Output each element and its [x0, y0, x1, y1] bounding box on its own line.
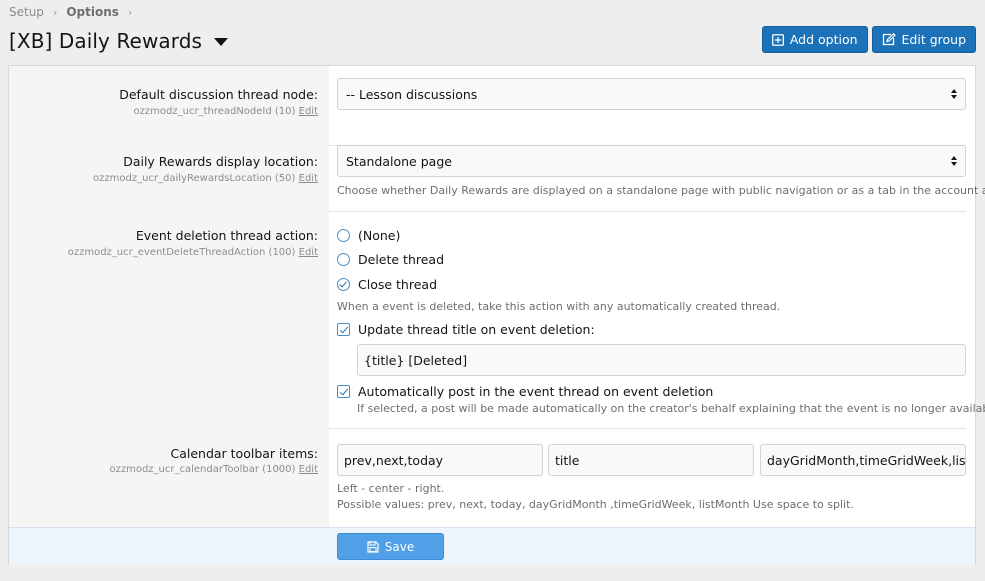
display-location-select-value: Standalone page [346, 153, 452, 169]
radio-delete-thread[interactable]: Delete thread [337, 252, 444, 267]
option-id-delete-action: ozzmodz_ucr_eventDeleteThreadAction (100… [67, 247, 296, 258]
option-id-toolbar: ozzmodz_ucr_calendarToolbar (1000) [109, 464, 296, 475]
checkbox-checked-icon [337, 323, 350, 336]
caret-down-icon[interactable] [214, 38, 229, 46]
option-label-toolbar: Calendar toolbar items: [170, 446, 318, 461]
edit-link-thread-node[interactable]: Edit [299, 106, 318, 117]
checkbox-checked-icon [337, 385, 350, 398]
header-buttons: Add option Edit group [761, 26, 976, 53]
thread-node-select[interactable]: -- Lesson discussions [337, 78, 966, 110]
radio-close-thread-label: Close thread [358, 277, 437, 292]
radio-none-label: (None) [358, 228, 401, 243]
chevron-right-icon: › [52, 5, 58, 19]
form-footer: Save [9, 527, 975, 565]
toolbar-explain-line1: Left - center - right. [337, 482, 445, 495]
add-option-button[interactable]: Add option [761, 26, 868, 53]
page-title: [XB] Daily Rewards [9, 29, 203, 53]
radio-none[interactable]: (None) [337, 228, 400, 243]
delete-action-explain: When a event is deleted, take this actio… [337, 300, 781, 313]
option-label-display-location: Daily Rewards display location: [123, 154, 318, 169]
option-hint-toolbar: ozzmodz_ucr_calendarToolbar (1000) Edit [109, 464, 318, 475]
display-location-explain: Choose whether Daily Rewards are display… [337, 184, 985, 197]
option-id-display-location: ozzmodz_ucr_dailyRewardsLocation (50) [93, 173, 296, 184]
add-option-label: Add option [789, 32, 858, 47]
title-template-input[interactable]: {title} [Deleted] [357, 344, 966, 376]
radio-checked-icon [337, 278, 350, 291]
radio-circle-icon [337, 253, 350, 266]
edit-group-label: Edit group [901, 32, 966, 47]
options-panel: Default discussion thread node: ozzmodz_… [8, 65, 985, 565]
option-label-thread-node: Default discussion thread node: [119, 87, 318, 102]
radio-close-thread[interactable]: Close thread [337, 277, 437, 292]
update-title-label: Update thread title on event deletion: [358, 322, 595, 337]
title-row: [XB] Daily Rewards [9, 29, 229, 53]
chevron-right-icon: › [127, 5, 133, 19]
display-location-select[interactable]: Standalone page [337, 145, 966, 177]
update-title-checkbox[interactable]: Update thread title on event deletion: [337, 322, 595, 337]
save-button[interactable]: Save [337, 533, 444, 560]
row-divider [329, 211, 966, 212]
edit-icon [882, 33, 896, 46]
radio-circle-icon [337, 229, 350, 242]
breadcrumb-setup[interactable]: Setup [9, 5, 44, 19]
thread-node-select-value: -- Lesson discussions [346, 86, 478, 102]
auto-post-label: Automatically post in the event thread o… [358, 384, 714, 399]
toolbar-explain-line2: Possible values: prev, next, today, dayG… [337, 498, 854, 511]
save-icon [367, 540, 379, 553]
auto-post-checkbox[interactable]: Automatically post in the event thread o… [337, 384, 713, 399]
edit-group-button[interactable]: Edit group [871, 26, 976, 53]
toolbar-right-input[interactable]: dayGridMonth,timeGridWeek,listMonth [760, 444, 966, 476]
breadcrumb: Setup › Options › [9, 5, 141, 19]
select-arrows-icon [951, 89, 957, 99]
option-id-thread-node: ozzmodz_ucr_threadNodeId (10) [133, 106, 296, 117]
save-label: Save [384, 539, 415, 554]
auto-post-hint: If selected, a post will be made automat… [357, 402, 985, 415]
row-divider [329, 428, 966, 429]
breadcrumb-options[interactable]: Options [66, 5, 119, 19]
edit-link-delete-action[interactable]: Edit [299, 247, 318, 258]
option-hint-thread-node: ozzmodz_ucr_threadNodeId (10) Edit [134, 106, 318, 117]
edit-link-display-location[interactable]: Edit [299, 173, 318, 184]
radio-delete-thread-label: Delete thread [358, 252, 445, 267]
select-arrows-icon [951, 156, 957, 166]
plus-square-icon [771, 33, 784, 46]
option-hint-delete-action: ozzmodz_ucr_eventDeleteThreadAction (100… [68, 247, 318, 258]
toolbar-center-input[interactable]: title [548, 444, 754, 476]
option-hint-display-location: ozzmodz_ucr_dailyRewardsLocation (50) Ed… [93, 173, 318, 184]
edit-link-toolbar[interactable]: Edit [299, 464, 318, 475]
option-label-delete-action: Event deletion thread action: [135, 228, 318, 243]
toolbar-left-input[interactable]: prev,next,today [337, 444, 543, 476]
